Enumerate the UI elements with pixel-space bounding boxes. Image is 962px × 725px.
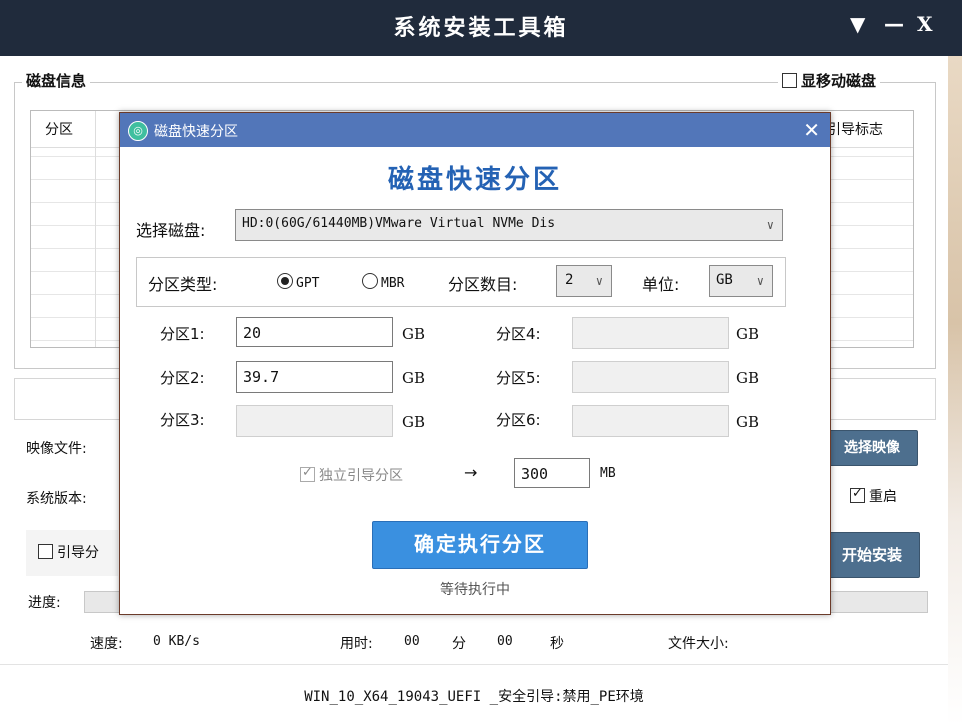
mbr-radio-dot[interactable] <box>362 273 378 289</box>
menu-dropdown-icon[interactable]: ▼ <box>850 12 865 36</box>
progress-label: 进度: <box>28 595 61 611</box>
boot-size-input[interactable]: 300 <box>514 458 590 488</box>
partition-4-label: 分区4: <box>496 325 541 343</box>
close-button[interactable]: X <box>917 12 933 36</box>
elapsed-seconds: 00 <box>497 634 513 649</box>
reboot-checkbox-box[interactable] <box>850 486 865 503</box>
chevron-down-icon: ∨ <box>766 218 774 232</box>
partition-6-label: 分区6: <box>496 411 541 429</box>
dialog-title: 磁盘快速分区 <box>154 124 238 140</box>
disk-info-legend: 磁盘信息 <box>22 70 91 91</box>
gpt-radio-dot[interactable] <box>277 273 293 289</box>
chevron-down-icon: ∨ <box>595 274 603 288</box>
partition-2-input[interactable]: 39.7 <box>236 361 393 393</box>
minutes-unit: 分 <box>452 636 466 652</box>
boot-partition-checkbox-box[interactable] <box>38 544 53 559</box>
column-header-partition[interactable]: 分区 <box>45 119 73 139</box>
dialog-title-bar[interactable]: ◎ 磁盘快速分区 ✕ <box>120 113 830 147</box>
independent-boot-checkbox[interactable]: 独立引导分区 <box>300 465 403 485</box>
show-removable-checkbox[interactable]: 显移动磁盘 <box>778 70 881 91</box>
partition-6-unit: GB <box>736 413 760 431</box>
mbr-label: MBR <box>381 276 405 291</box>
select-disk-label: 选择磁盘: <box>136 221 206 240</box>
boot-partition-label: 引导分 <box>57 545 99 561</box>
status-line: WIN_10_X64_19043_UEFI _安全引导:禁用_PE环境 <box>304 689 644 705</box>
background-wallpaper-strip <box>948 56 962 725</box>
partition-4-unit: GB <box>736 325 760 343</box>
system-version-label: 系统版本: <box>26 491 87 507</box>
select-disk-value: HD:0(60G/61440MB)VMware Virtual NVMe Dis <box>242 216 556 231</box>
divider <box>0 664 948 665</box>
seconds-unit: 秒 <box>550 636 564 652</box>
dialog-status: 等待执行中 <box>440 582 510 598</box>
column-divider <box>95 111 96 347</box>
partition-2-unit: GB <box>402 369 426 387</box>
unit-value: GB <box>716 272 733 288</box>
partition-5-unit: GB <box>736 369 760 387</box>
reboot-checkbox[interactable]: 重启 <box>850 486 897 506</box>
partition-5-label: 分区5: <box>496 369 541 387</box>
gpt-label: GPT <box>296 276 320 291</box>
execute-partition-button[interactable]: 确定执行分区 <box>372 521 588 569</box>
show-removable-label: 显移动磁盘 <box>801 72 877 90</box>
elapsed-minutes: 00 <box>404 634 420 649</box>
reboot-label: 重启 <box>869 489 897 505</box>
speed-label: 速度: <box>90 636 123 652</box>
start-install-button[interactable]: 开始安装 <box>824 532 920 578</box>
partition-1-unit: GB <box>402 325 426 343</box>
disk-app-icon: ◎ <box>128 121 148 141</box>
partition-count-dropdown[interactable]: 2 ∨ <box>556 265 612 297</box>
partition-count-value: 2 <box>565 272 574 288</box>
choose-image-button[interactable]: 选择映像 <box>826 430 918 466</box>
partition-4-input[interactable] <box>572 317 729 349</box>
mbr-radio[interactable]: MBR <box>362 273 404 291</box>
unit-label: 单位: <box>642 275 680 294</box>
boot-partition-checkbox[interactable]: 引导分 <box>38 542 99 562</box>
partition-1-input[interactable]: 20 <box>236 317 393 347</box>
partition-3-unit: GB <box>402 413 426 431</box>
quick-partition-dialog: ◎ 磁盘快速分区 ✕ 磁盘快速分区 选择磁盘: HD:0(60G/61440MB… <box>119 112 831 615</box>
partition-5-input[interactable] <box>572 361 729 393</box>
partition-3-label: 分区3: <box>160 411 205 429</box>
dialog-close-icon[interactable]: ✕ <box>803 118 820 142</box>
partition-3-input[interactable] <box>236 405 393 437</box>
dialog-heading: 磁盘快速分区 <box>387 165 562 195</box>
independent-boot-label: 独立引导分区 <box>319 468 403 484</box>
select-disk-dropdown[interactable]: HD:0(60G/61440MB)VMware Virtual NVMe Dis… <box>235 209 783 241</box>
boot-size-unit: MB <box>600 466 616 481</box>
elapsed-time-label: 用时: <box>340 636 373 652</box>
independent-boot-checkbox-box[interactable] <box>300 465 315 482</box>
column-header-boot-flag[interactable]: 引导标志 <box>827 119 883 139</box>
speed-value: 0 KB/s <box>153 634 200 649</box>
partition-type-label: 分区类型: <box>148 275 218 294</box>
arrow-right-icon: → <box>464 463 478 482</box>
gpt-radio[interactable]: GPT <box>277 273 319 291</box>
image-file-label: 映像文件: <box>26 441 87 457</box>
file-size-label: 文件大小: <box>668 636 729 652</box>
chevron-down-icon: ∨ <box>756 274 764 288</box>
minimize-button[interactable]: — <box>884 12 904 36</box>
partition-2-label: 分区2: <box>160 369 205 387</box>
unit-dropdown[interactable]: GB ∨ <box>709 265 773 297</box>
partition-count-label: 分区数目: <box>448 275 518 294</box>
partition-1-label: 分区1: <box>160 325 205 343</box>
title-bar: 系统安装工具箱 ▼ — X <box>0 0 962 56</box>
show-removable-checkbox-box[interactable] <box>782 73 797 88</box>
partition-6-input[interactable] <box>572 405 729 437</box>
app-title: 系统安装工具箱 <box>393 15 569 41</box>
